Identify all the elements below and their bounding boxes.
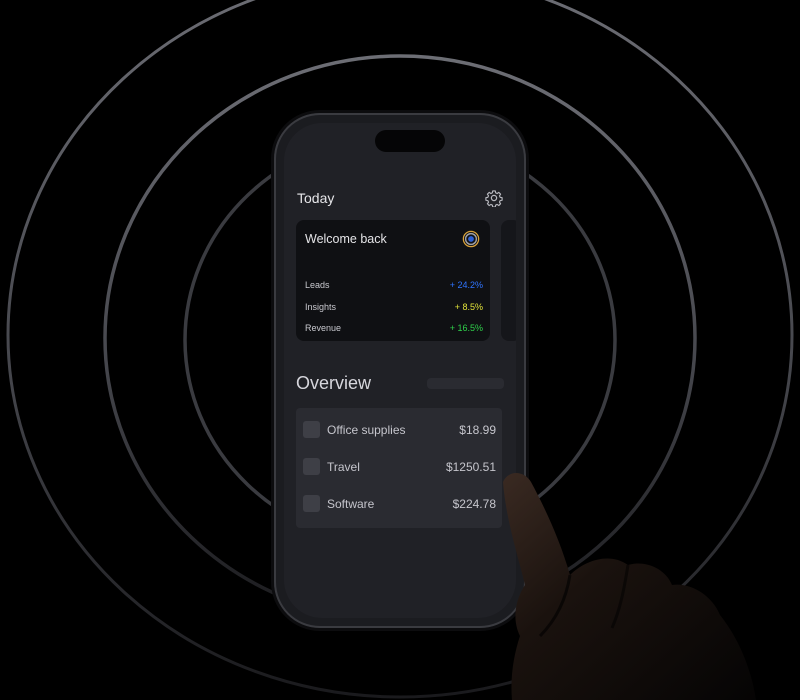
metric-value: + 24.2% — [449, 280, 483, 290]
item-name: Travel — [327, 460, 360, 474]
metric-leads: Leads + 24.2% — [305, 280, 483, 290]
gear-icon[interactable] — [485, 189, 503, 207]
list-item[interactable]: Office supplies $18.99 — [296, 412, 502, 448]
phone-device: Today Welcome back Leads + 24.2% Insight… — [274, 113, 526, 628]
overview-title: Overview — [296, 373, 372, 393]
metric-label: Leads — [305, 280, 330, 290]
item-amount: $1250.51 — [445, 460, 496, 474]
item-name: Software — [327, 497, 375, 511]
next-card-peek[interactable] — [501, 220, 516, 341]
item-checkbox[interactable] — [303, 458, 320, 475]
dynamic-island — [375, 130, 445, 152]
list-item[interactable]: Software $224.78 — [296, 486, 502, 522]
metric-revenue: Revenue + 16.5% — [305, 323, 483, 333]
item-name: Office supplies — [327, 423, 406, 437]
item-amount: $18.99 — [459, 423, 496, 437]
item-checkbox[interactable] — [303, 421, 320, 438]
metric-insights: Insights + 8.5% — [305, 302, 483, 312]
ring-badge-icon — [462, 230, 480, 248]
overview-placeholder-bar — [427, 378, 504, 389]
overview-list: Office supplies $18.99 Travel $1250.51 S… — [296, 408, 502, 528]
welcome-title: Welcome back — [305, 232, 387, 246]
welcome-card[interactable]: Welcome back Leads + 24.2% Insights + 8.… — [296, 220, 490, 341]
phone-screen: Today Welcome back Leads + 24.2% Insight… — [284, 123, 516, 618]
item-amount: $224.78 — [452, 497, 496, 511]
metric-value: + 16.5% — [449, 323, 483, 333]
list-item[interactable]: Travel $1250.51 — [296, 449, 502, 485]
metric-label: Revenue — [305, 323, 342, 333]
item-checkbox[interactable] — [303, 495, 320, 512]
metric-value: + 8.5% — [454, 302, 483, 312]
metric-label: Insights — [305, 302, 337, 312]
page-title: Today — [297, 190, 335, 206]
